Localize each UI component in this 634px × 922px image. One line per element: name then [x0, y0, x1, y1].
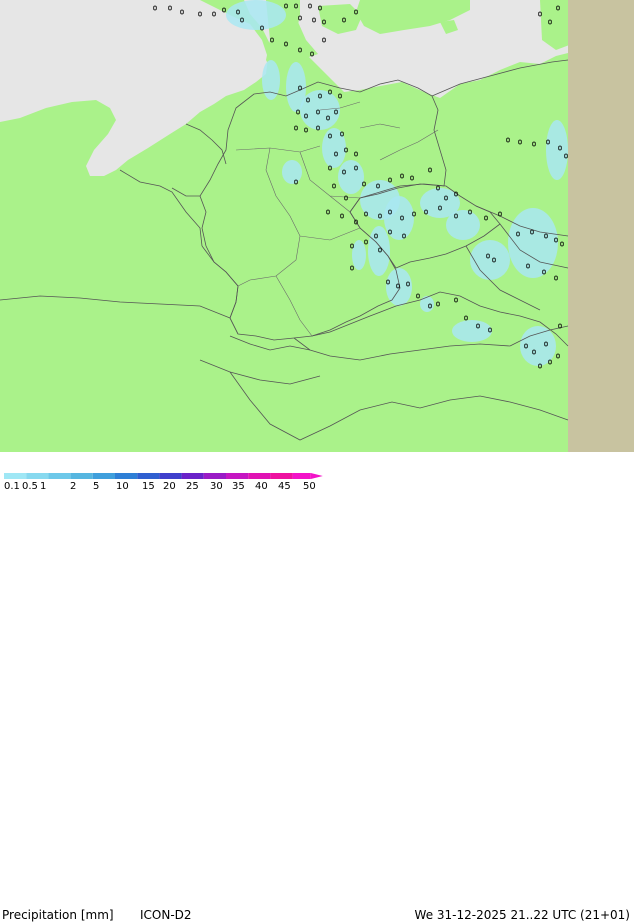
precip-patch	[420, 296, 434, 312]
color-scale-tick-label: 10	[116, 481, 129, 490]
precip-patch	[282, 160, 302, 184]
legend-title: Precipitation [mm]	[2, 908, 114, 922]
precip-patch	[226, 0, 286, 30]
color-scale-tick-label: 35	[232, 481, 245, 490]
weather-map-panel: Precipitation [mm] ICON-D2 We 31-12-2025…	[0, 0, 634, 922]
precip-patch	[338, 160, 364, 194]
precip-patch	[470, 240, 510, 280]
precip-patch	[352, 240, 366, 270]
color-scale-swatches	[4, 473, 323, 479]
color-scale: 0.1 0.5 1 2 5 10 15 20 25 30 35 40 45 50	[4, 473, 323, 490]
precipitation-map	[0, 0, 634, 452]
valid-time: We 31-12-2025 21..22 UTC (21+01)	[414, 908, 630, 922]
color-scale-swatch	[270, 473, 293, 479]
color-scale-swatch	[70, 473, 93, 479]
color-scale-tick-label: 25	[186, 481, 199, 490]
color-scale-tick-label: 15	[142, 481, 155, 490]
precip-patch	[508, 208, 558, 278]
color-scale-swatch	[159, 473, 182, 479]
color-scale-tick-label: 0.5	[22, 481, 38, 490]
color-scale-tick-label: 45	[278, 481, 291, 490]
color-scale-tick-label: 0.1	[4, 481, 20, 490]
model-name: ICON-D2	[140, 908, 192, 922]
precip-patch	[452, 320, 492, 342]
color-scale-tick-label: 2	[70, 481, 76, 490]
color-scale-swatch	[26, 473, 49, 479]
color-scale-tick-label: 20	[163, 481, 176, 490]
color-scale-tick-label: 40	[255, 481, 268, 490]
color-scale-swatch	[292, 473, 311, 479]
color-scale-swatch	[115, 473, 138, 479]
color-scale-swatch	[226, 473, 249, 479]
color-scale-arrow	[310, 473, 323, 479]
color-scale-swatch	[203, 473, 226, 479]
color-scale-swatch	[248, 473, 271, 479]
precip-patch	[446, 210, 480, 240]
color-scale-tick-label: 50	[303, 481, 316, 490]
color-scale-swatch	[181, 473, 204, 479]
color-scale-swatch	[4, 473, 27, 479]
color-scale-tick-label: 5	[93, 481, 99, 490]
color-scale-tick-label: 30	[210, 481, 223, 490]
color-scale-swatch	[48, 473, 71, 479]
color-scale-tick-labels: 0.1 0.5 1 2 5 10 15 20 25 30 35 40 45 50	[4, 481, 316, 490]
color-scale-tick-label: 1	[40, 481, 46, 490]
color-scale-swatch	[137, 473, 160, 479]
color-scale-swatch	[92, 473, 115, 479]
no-data-zone	[568, 0, 634, 452]
precip-patch	[322, 128, 346, 168]
precip-patch	[546, 120, 568, 180]
